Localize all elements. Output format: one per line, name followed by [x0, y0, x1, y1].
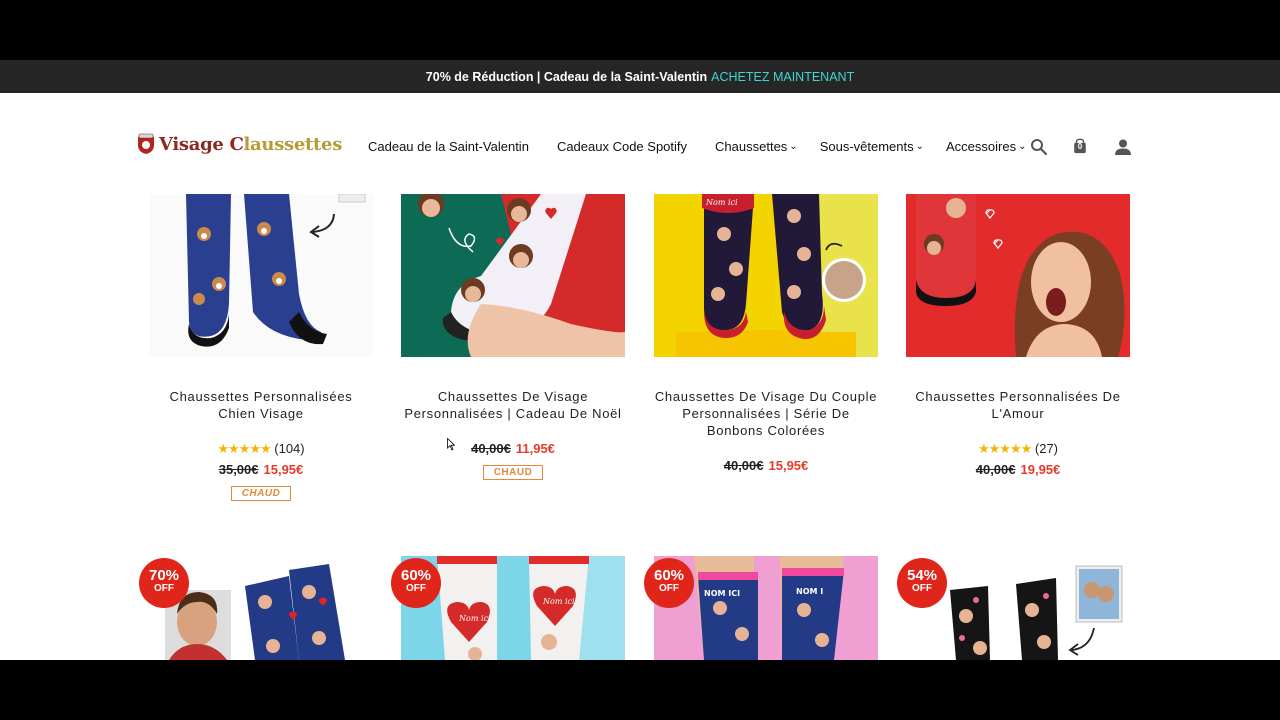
nav-item-sous-vetements[interactable]: Sous-vêtements: [820, 139, 924, 154]
review-count: (27): [1034, 441, 1059, 456]
announcement-bar[interactable]: 70% de Réduction | Cadeau de la Saint-Va…: [0, 60, 1280, 93]
header-actions: 0: [1030, 138, 1132, 156]
love-face-socks-image: [906, 194, 1130, 357]
discount-badge: 70% OFF: [139, 558, 189, 608]
old-price: 40,00€: [471, 441, 511, 456]
announcement-text: 70% de Réduction | Cadeau de la Saint-Va…: [425, 69, 708, 84]
product-card[interactable]: Chaussettes De Visage Du Couple Personna…: [654, 388, 878, 473]
christmas-face-socks-image: [401, 194, 625, 357]
product-image[interactable]: [906, 194, 1130, 357]
product-price: 40,00€ 15,95€: [654, 458, 878, 473]
product-image[interactable]: [149, 194, 373, 357]
video-letterbox-top: [0, 0, 1280, 60]
old-price: 40,00€: [723, 458, 764, 473]
hot-badge: CHAUD: [230, 486, 292, 501]
sock-label: NOM ICI: [704, 589, 740, 598]
product-image[interactable]: Nom ici: [654, 194, 878, 357]
site-logo[interactable]: Visage Claussettes: [136, 133, 342, 155]
sock-label: NOM I: [796, 587, 823, 596]
sale-price: 11,95€: [515, 441, 555, 456]
couple-face-socks-image: Nom ici: [654, 194, 878, 357]
sale-price: 15,95€: [263, 462, 304, 477]
hot-badge: CHAUD: [482, 465, 544, 480]
nav-item-spotify[interactable]: Cadeaux Code Spotify: [557, 139, 687, 154]
logo-emblem-icon: [138, 133, 154, 154]
sale-price: 15,95€: [768, 458, 809, 473]
old-price: 35,00€: [218, 462, 259, 477]
product-title[interactable]: Chaussettes De Visage Du Couple Personna…: [654, 388, 878, 439]
discount-badge: 60% OFF: [644, 558, 694, 608]
site-header: Visage Claussettes Cadeau de la Saint-Va…: [0, 93, 1280, 193]
cart-button[interactable]: 0: [1072, 138, 1090, 156]
star-icon: ★★★★★: [217, 441, 271, 456]
star-icon: ★★★★★: [977, 441, 1032, 456]
sock-label: Nom ici: [458, 614, 491, 623]
nav-item-accessoires[interactable]: Accessoires: [946, 139, 1026, 154]
user-icon[interactable]: [1114, 138, 1132, 156]
search-icon[interactable]: [1030, 138, 1048, 156]
web-page: 70% de Réduction | Cadeau de la Saint-Va…: [0, 60, 1280, 660]
product-price: 35,00€ 15,95€: [149, 462, 373, 477]
announcement-cta-link[interactable]: ACHETEZ MAINTENANT: [711, 70, 854, 84]
product-card[interactable]: Chaussettes Personnalisées De L'Amour ★★…: [906, 388, 1130, 477]
product-title[interactable]: Chaussettes Personnalisées De L'Amour: [906, 388, 1130, 422]
product-title[interactable]: Chaussettes De Visage Personnalisées | C…: [401, 388, 625, 422]
sock-label: Nom ici: [542, 597, 575, 606]
old-price: 40,00€: [975, 462, 1016, 477]
product-price: 40,00€ 19,95€: [906, 462, 1130, 477]
mouse-cursor-icon: [447, 438, 455, 451]
discount-badge: 60% OFF: [391, 558, 441, 608]
dog-face-socks-image: [149, 194, 373, 357]
nav-item-saint-valentin[interactable]: Cadeau de la Saint-Valentin: [368, 139, 529, 154]
main-nav: Cadeau de la Saint-Valentin Cadeaux Code…: [368, 139, 1036, 154]
product-rating: ★★★★★ (104): [149, 441, 373, 457]
product-price: 40,00€ 11,95€: [401, 441, 625, 456]
product-image[interactable]: [401, 194, 625, 357]
sale-price: 19,95€: [1020, 462, 1061, 477]
discount-badge: 54% OFF: [897, 558, 947, 608]
product-title[interactable]: Chaussettes Personnalisées Chien Visage: [149, 388, 373, 422]
product-rating: ★★★★★ (27): [906, 441, 1130, 457]
review-count: (104): [274, 441, 305, 456]
logo-text: Visage Claussettes: [159, 133, 343, 155]
product-card[interactable]: Chaussettes Personnalisées Chien Visage …: [149, 388, 373, 501]
video-letterbox-bottom: [0, 660, 1280, 720]
nav-item-chaussettes[interactable]: Chaussettes: [715, 139, 798, 154]
cart-count: 0: [1077, 142, 1083, 151]
sock-label: Nom ici: [705, 198, 738, 207]
product-card[interactable]: Chaussettes De Visage Personnalisées | C…: [401, 388, 625, 480]
